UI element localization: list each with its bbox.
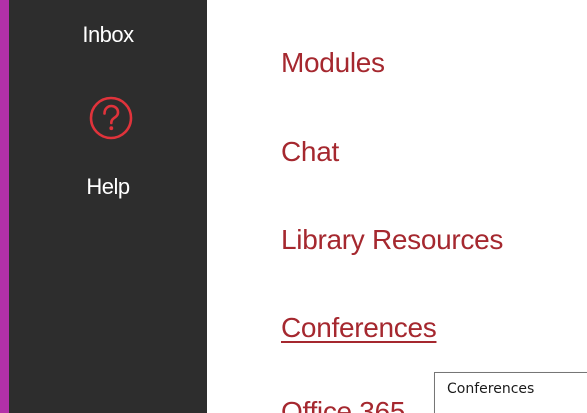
course-link-modules[interactable]: Modules [281, 46, 385, 80]
global-nav-sidebar: Inbox Help [0, 0, 207, 413]
nav-item-inbox-label: Inbox [82, 22, 134, 47]
question-circle-icon [88, 95, 134, 141]
course-link-office-365[interactable]: Office 365 [281, 395, 405, 413]
nav-item-inbox[interactable]: Inbox [9, 0, 207, 60]
course-link-library-resources[interactable]: Library Resources [281, 223, 503, 257]
nav-item-help-label: Help [86, 174, 130, 199]
course-navigation: Modules Chat Library Resources Conferenc… [281, 0, 587, 413]
tooltip-text: Conferences [447, 381, 535, 397]
course-link-conferences[interactable]: Conferences [281, 311, 437, 345]
course-link-chat[interactable]: Chat [281, 135, 339, 169]
tooltip: Conferences [434, 372, 587, 413]
page: Inbox Help Modules Chat Library Resource… [0, 0, 587, 413]
nav-item-help[interactable]: Help [9, 95, 207, 210]
